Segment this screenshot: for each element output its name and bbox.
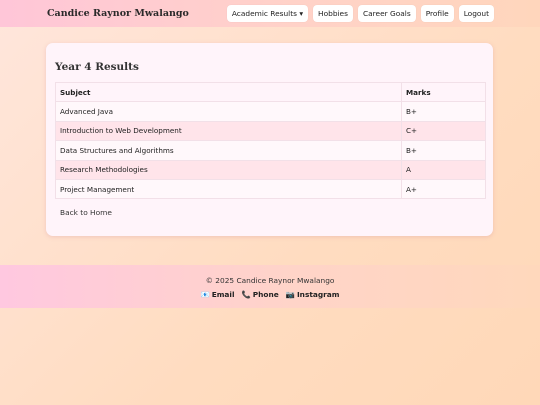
mark-cell: B+	[401, 101, 486, 122]
page-title: Year 4 Results	[55, 61, 139, 73]
camera-icon: 📷	[285, 290, 295, 299]
column-header-subject: Subject	[55, 81, 402, 103]
phone-icon: 📞	[241, 290, 251, 299]
phone-label: Phone	[252, 290, 279, 299]
email-icon: 📧	[200, 290, 210, 299]
nav-logout[interactable]: Logout	[458, 5, 494, 22]
email-label: Email	[211, 290, 235, 299]
instagram-label: Instagram	[296, 290, 340, 299]
nav-academic-results-dropdown[interactable]: Academic Results ▾	[226, 5, 309, 22]
nav-hobbies[interactable]: Hobbies	[313, 5, 353, 22]
nav-profile[interactable]: Profile	[420, 5, 454, 22]
table-row: Research Methodologies A	[55, 160, 486, 180]
subject-cell: Introduction to Web Development	[55, 121, 402, 142]
mark-cell: C+	[401, 121, 486, 142]
social-links: 📧 Email 📞 Phone 📷 Instagram	[0, 290, 540, 299]
subject-cell: Advanced Java	[55, 101, 402, 122]
subject-cell: Research Methodologies	[55, 160, 402, 180]
copyright-text: © 2025 Candice Raynor Mwalango	[205, 276, 335, 285]
mark-cell: B+	[401, 140, 486, 161]
main-nav: Academic Results ▾ Hobbies Career Goals …	[226, 5, 494, 22]
mark-cell: A+	[401, 179, 486, 200]
table-row: Introduction to Web Development C+	[55, 121, 486, 142]
table-row: Data Structures and Algorithms B+	[55, 140, 486, 161]
phone-link[interactable]: 📞 Phone	[242, 290, 279, 299]
table-header-row: Subject Marks	[55, 81, 486, 103]
site-footer: © 2025 Candice Raynor Mwalango 📧 Email 📞 P…	[0, 265, 540, 308]
site-brand[interactable]: Candice Raynor Mwalango	[47, 8, 189, 19]
back-to-home-link[interactable]: Back to Home	[60, 208, 112, 217]
table-row: Advanced Java B+	[55, 101, 486, 122]
results-table: Subject Marks Advanced Java B+ Introduct…	[55, 81, 486, 200]
subject-cell: Data Structures and Algorithms	[55, 140, 402, 161]
column-header-marks: Marks	[401, 81, 486, 103]
nav-career-goals[interactable]: Career Goals	[357, 5, 416, 22]
site-header: Candice Raynor Mwalango Academic Results…	[0, 0, 540, 27]
mark-cell: A	[401, 160, 486, 180]
email-link[interactable]: 📧 Email	[200, 290, 234, 299]
table-row: Project Management A+	[55, 179, 486, 200]
instagram-link[interactable]: 📷 Instagram	[286, 290, 340, 299]
results-card: Year 4 Results Subject Marks Advanced Ja…	[46, 43, 493, 236]
subject-cell: Project Management	[55, 179, 402, 200]
